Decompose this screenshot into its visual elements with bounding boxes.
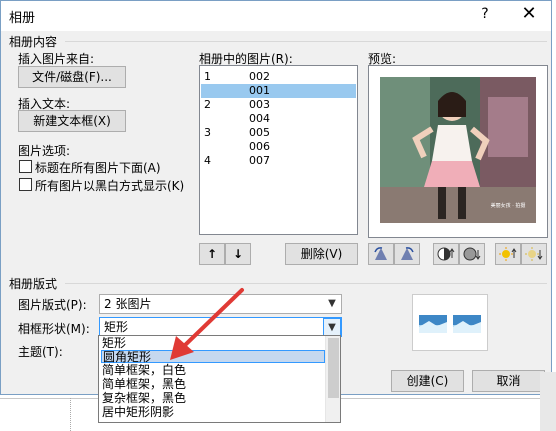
layout-preview <box>412 294 488 351</box>
annotation-arrow-icon <box>170 288 244 360</box>
content-group-label: 相册内容 <box>9 35 58 49</box>
picture-options-label: 图片选项: <box>18 144 71 158</box>
caption-checkbox-label[interactable]: 标题在所有图片下面(A) <box>35 159 161 176</box>
document-guide <box>70 398 71 431</box>
frame-shape-label: 相框形状(M): <box>18 322 90 336</box>
close-icon[interactable]: ✕ <box>517 3 541 24</box>
rotate-right-button[interactable] <box>394 243 420 265</box>
create-button[interactable]: 创建(C) <box>391 370 464 392</box>
dropdown-option[interactable]: 居中矩形阴影 <box>101 406 325 419</box>
list-item[interactable]: 004 <box>201 112 356 126</box>
picture-layout-value: 2 张图片 <box>104 297 152 311</box>
list-item[interactable]: 2 003 <box>201 98 356 112</box>
black-white-checkbox-label[interactable]: 所有图片以黑白方式显示(K) <box>35 177 184 194</box>
list-item[interactable]: 006 <box>201 140 356 154</box>
dropdown-option[interactable]: 复杂框架，黑色 <box>101 392 325 405</box>
move-down-button[interactable]: ↓ <box>225 243 251 265</box>
list-item[interactable]: 1 002 <box>201 70 356 84</box>
black-white-checkbox[interactable] <box>19 178 32 191</box>
pictures-listbox[interactable]: 1 002 001 2 003 004 3 005 006 4 007 <box>199 65 358 235</box>
contrast-up-icon <box>437 247 455 261</box>
rotate-left-icon <box>374 247 387 260</box>
brightness-up-button[interactable] <box>495 243 521 265</box>
background-scrollbar <box>540 372 556 431</box>
contrast-down-icon <box>463 247 481 261</box>
dropdown-scrollbar[interactable] <box>325 336 340 422</box>
arrow-down-icon: ↓ <box>232 247 244 261</box>
contrast-down-button[interactable] <box>459 243 485 265</box>
preview-photo: 美丽女孩 · 拍摄 <box>380 77 536 223</box>
move-up-button[interactable]: ↑ <box>199 243 225 265</box>
delete-button[interactable]: 删除(V) <box>285 243 358 265</box>
list-item[interactable]: 3 005 <box>201 126 356 140</box>
layout-preview-images <box>419 315 481 333</box>
chevron-down-icon[interactable]: ▼ <box>323 318 341 336</box>
insert-from-label: 插入图片来自: <box>18 52 95 66</box>
help-button[interactable]: ? <box>475 6 495 22</box>
frame-shape-value: 矩形 <box>104 320 129 334</box>
brightness-up-icon <box>499 247 517 261</box>
list-item[interactable]: 4 007 <box>201 154 356 168</box>
caption-checkbox[interactable] <box>19 160 32 173</box>
rotate-right-icon <box>401 247 414 260</box>
contrast-up-button[interactable] <box>433 243 459 265</box>
preview-frame: 美丽女孩 · 拍摄 <box>368 65 548 238</box>
chevron-down-icon: ▼ <box>328 298 336 309</box>
cancel-button[interactable]: 取消 <box>472 370 545 392</box>
window-title: 相册 <box>9 11 36 26</box>
picture-layout-label: 图片版式(P): <box>18 298 87 312</box>
dropdown-option[interactable]: 简单框架，黑色 <box>101 378 325 391</box>
brightness-down-button[interactable] <box>521 243 547 265</box>
preview-watermark: 美丽女孩 · 拍摄 <box>491 202 526 209</box>
title-bar: 相册 ? ✕ <box>1 1 551 31</box>
new-textbox-button[interactable]: 新建文本框(X) <box>18 110 126 132</box>
arrow-up-icon: ↑ <box>206 247 218 261</box>
brightness-down-icon <box>525 247 543 261</box>
scrollbar-thumb[interactable] <box>328 338 339 398</box>
content-group-separator <box>65 41 547 42</box>
layout-group-label: 相册版式 <box>9 277 58 291</box>
rotate-left-button[interactable] <box>368 243 394 265</box>
list-item-selected[interactable]: 001 <box>201 84 356 98</box>
theme-label: 主题(T): <box>18 345 63 359</box>
layout-group-separator <box>65 283 547 284</box>
file-disk-button[interactable]: 文件/磁盘(F)... <box>18 66 126 88</box>
